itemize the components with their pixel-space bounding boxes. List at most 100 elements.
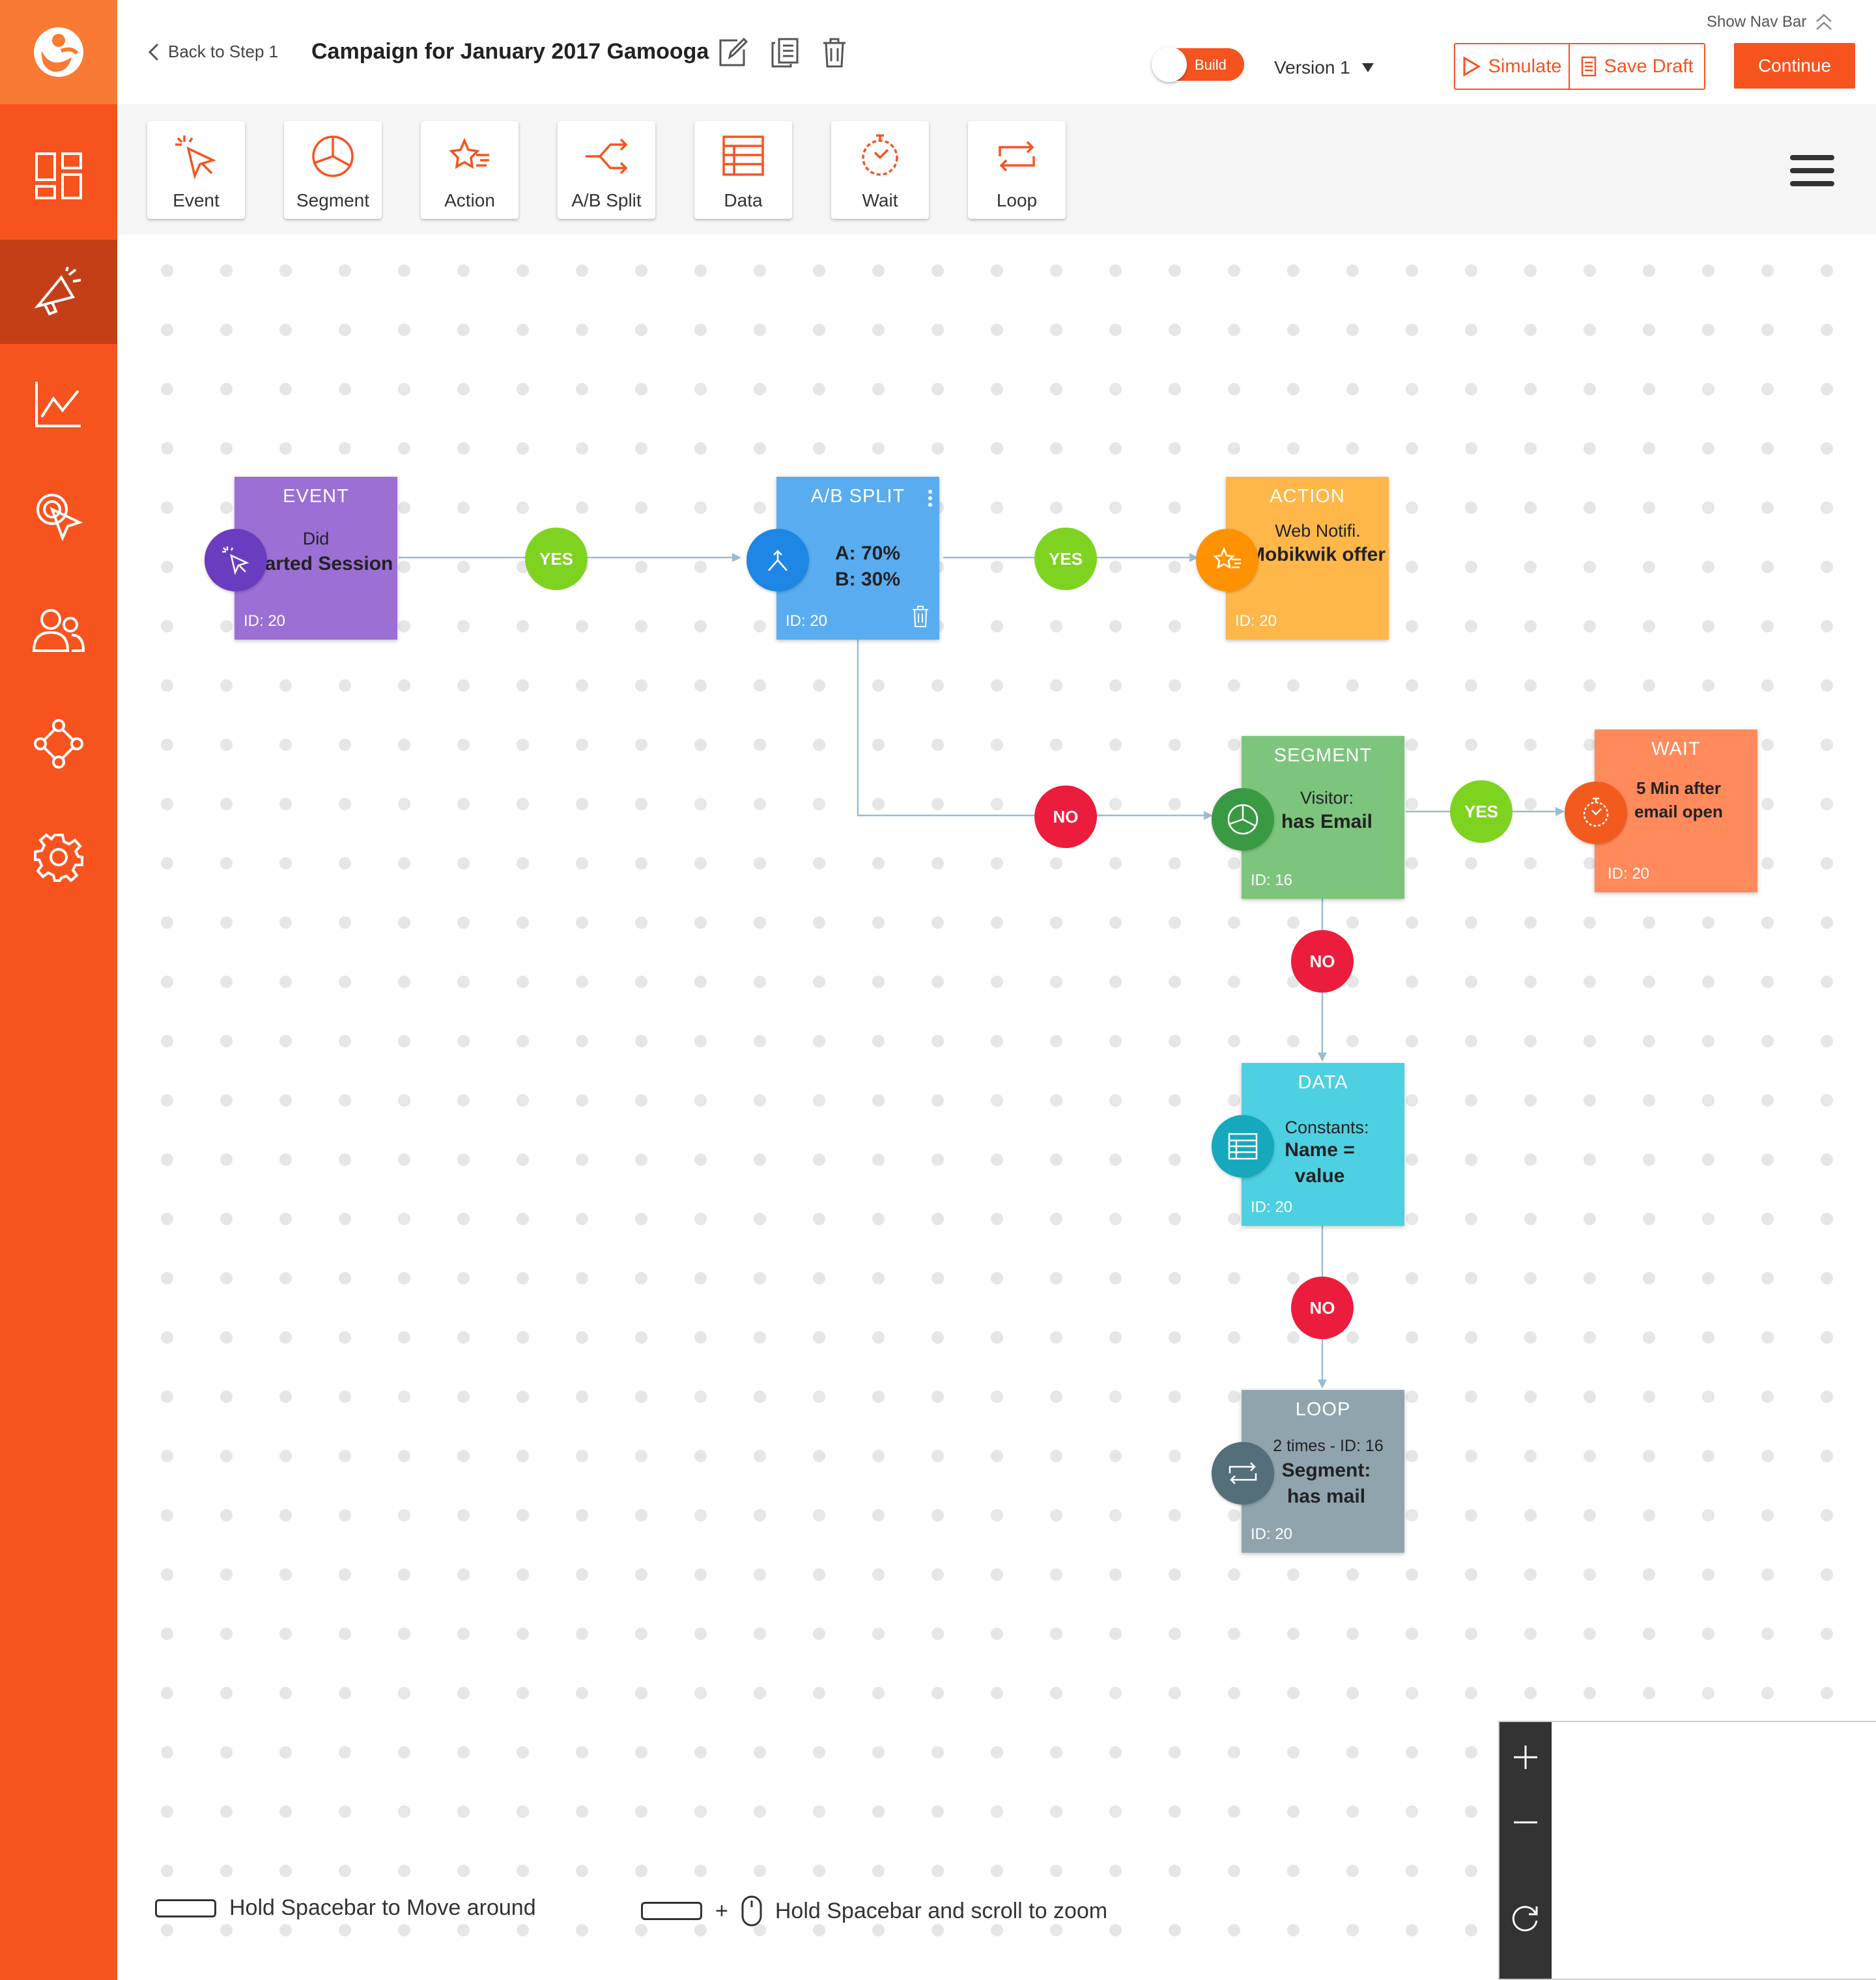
hamburger-line xyxy=(1790,168,1834,173)
minimap-panel[interactable] xyxy=(1498,1721,1876,1980)
zoom-hint-text: Hold Spacebar and scroll to zoom xyxy=(775,1898,1108,1923)
node-title: LOOP xyxy=(1295,1399,1351,1420)
nav-workflows[interactable] xyxy=(0,692,117,796)
node-id: ID: 20 xyxy=(786,612,828,630)
zoom-controls xyxy=(1499,1722,1552,1979)
node-title: SEGMENT xyxy=(1273,745,1372,766)
caret-down-icon xyxy=(1361,63,1374,72)
ab-split-node[interactable]: A/B SPLIT A: 70% B: 30% ID: 20 xyxy=(746,477,939,640)
tool-segment-label: Segment xyxy=(296,190,370,210)
no-badge[interactable]: NO xyxy=(1291,930,1354,993)
nav-users[interactable] xyxy=(0,578,117,683)
yes-badge[interactable]: YES xyxy=(1450,780,1513,843)
action-node[interactable]: ACTION Web Notifi. Mobikwik offer ID: 20 xyxy=(1196,477,1389,640)
event-node-icon-badge xyxy=(205,529,267,591)
wait-node-icon-badge xyxy=(1565,782,1627,844)
menu-button[interactable] xyxy=(1790,155,1834,188)
loop-arrows-icon xyxy=(999,141,1035,172)
connector-ab-segment xyxy=(857,640,1213,820)
trash-icon[interactable] xyxy=(912,606,929,628)
nav-settings[interactable] xyxy=(0,805,117,909)
pie-chart-icon xyxy=(312,135,354,177)
tool-action[interactable]: Action xyxy=(421,121,519,219)
star-lines-icon xyxy=(1213,546,1241,569)
play-icon xyxy=(1463,56,1481,77)
ab-split-node-icon-badge xyxy=(746,529,809,591)
nav-click-tracking[interactable] xyxy=(0,464,117,568)
yes-badge[interactable]: YES xyxy=(525,528,588,590)
tool-wait-label: Wait xyxy=(862,190,898,210)
node-title: WAIT xyxy=(1651,739,1701,759)
tool-loop-label: Loop xyxy=(996,190,1038,210)
node-title: ACTION xyxy=(1270,486,1345,507)
node-value: Mobikwik offer xyxy=(1248,544,1386,565)
no-badge[interactable]: NO xyxy=(1291,1277,1354,1339)
tool-event[interactable]: Event xyxy=(147,121,245,219)
no-badge[interactable]: NO xyxy=(1034,785,1097,848)
split-arrows-icon xyxy=(586,138,628,175)
wait-node[interactable]: WAIT 5 Min after email open ID: 20 xyxy=(1565,729,1757,892)
node-title: A/B SPLIT xyxy=(810,486,905,507)
build-toggle[interactable]: Build xyxy=(1152,47,1244,82)
loop-node[interactable]: LOOP 2 times - ID: 16 Segment: has mail … xyxy=(1212,1390,1404,1553)
loop-arrows-icon xyxy=(1229,1462,1257,1484)
header: Back to Step 1 Campaign for January 2017… xyxy=(117,0,1876,104)
tool-segment[interactable]: Segment xyxy=(284,121,382,219)
nav-campaigns[interactable] xyxy=(0,240,117,344)
node-value: Name = value xyxy=(1285,1139,1355,1187)
edit-button[interactable] xyxy=(718,37,748,71)
document-icon xyxy=(1581,56,1596,77)
tool-loop[interactable]: Loop xyxy=(968,121,1066,219)
node-value-b: B: 30% xyxy=(834,569,901,590)
data-node[interactable]: DATA Constants: Name = value ID: 20 xyxy=(1212,1063,1404,1226)
chevron-left-icon xyxy=(149,43,159,61)
flow-canvas[interactable]: YES YES NO YES NO NO EVENT Did Started S… xyxy=(117,234,1876,1980)
copy-icon xyxy=(771,38,799,68)
show-nav-toggle[interactable]: Show Nav Bar xyxy=(1707,13,1832,31)
node-toolbar: Event Segment Action A/B Split Data Wait xyxy=(117,104,1876,234)
tool-ab-split[interactable]: A/B Split xyxy=(558,121,655,219)
tool-wait[interactable]: Wait xyxy=(831,121,929,219)
back-link-label: Back to Step 1 xyxy=(168,42,279,61)
action-button-group: Simulate Save Draft xyxy=(1454,43,1705,90)
node-value: Segment: has mail xyxy=(1281,1460,1371,1507)
delete-button[interactable] xyxy=(822,38,847,71)
pie-chart-icon xyxy=(1227,804,1258,835)
node-value-a: A: 70% xyxy=(834,543,901,564)
reset-zoom-button[interactable] xyxy=(1499,1893,1552,1945)
yes-badge[interactable]: YES xyxy=(1034,528,1097,590)
save-draft-label: Save Draft xyxy=(1604,55,1694,77)
node-id: ID: 20 xyxy=(244,612,286,630)
zoom-in-button[interactable] xyxy=(1499,1731,1552,1783)
node-id: ID: 20 xyxy=(1251,1198,1293,1216)
spacebar-key-icon xyxy=(155,1899,216,1917)
tool-data[interactable]: Data xyxy=(694,121,792,219)
event-node[interactable]: EVENT Did Started Session ID: 20 xyxy=(205,477,397,640)
settings-gear-icon xyxy=(34,833,83,882)
stopwatch-icon xyxy=(1583,797,1609,827)
star-lines-icon xyxy=(449,137,489,169)
action-node-icon-badge xyxy=(1196,529,1258,591)
save-draft-button[interactable]: Save Draft xyxy=(1570,44,1704,89)
brand-logo[interactable] xyxy=(0,0,117,104)
nav-analytics[interactable] xyxy=(0,352,117,456)
zoom-out-button[interactable] xyxy=(1499,1796,1552,1848)
segment-node[interactable]: SEGMENT Visitor: has Email ID: 16 xyxy=(1212,736,1404,899)
campaign-title: Campaign for January 2017 Gamooga xyxy=(311,39,709,64)
more-vertical-icon[interactable] xyxy=(928,490,933,507)
plus-sign: + xyxy=(715,1898,728,1923)
duplicate-button[interactable] xyxy=(770,38,800,71)
continue-button[interactable]: Continue xyxy=(1734,43,1855,89)
node-id: ID: 20 xyxy=(1251,1525,1293,1543)
nav-dashboard[interactable] xyxy=(0,124,117,228)
version-select[interactable]: Version 1 xyxy=(1274,57,1374,78)
segment-node-icon-badge xyxy=(1212,788,1274,851)
node-subtitle: Web Notifi. xyxy=(1275,521,1361,541)
refresh-icon xyxy=(1512,1906,1538,1932)
data-node-icon-badge xyxy=(1212,1115,1274,1178)
workflow-icon xyxy=(34,719,83,769)
back-link[interactable]: Back to Step 1 xyxy=(149,42,278,62)
tool-event-label: Event xyxy=(173,190,220,210)
plus-icon xyxy=(1514,1746,1537,1769)
simulate-button[interactable]: Simulate xyxy=(1455,44,1570,89)
